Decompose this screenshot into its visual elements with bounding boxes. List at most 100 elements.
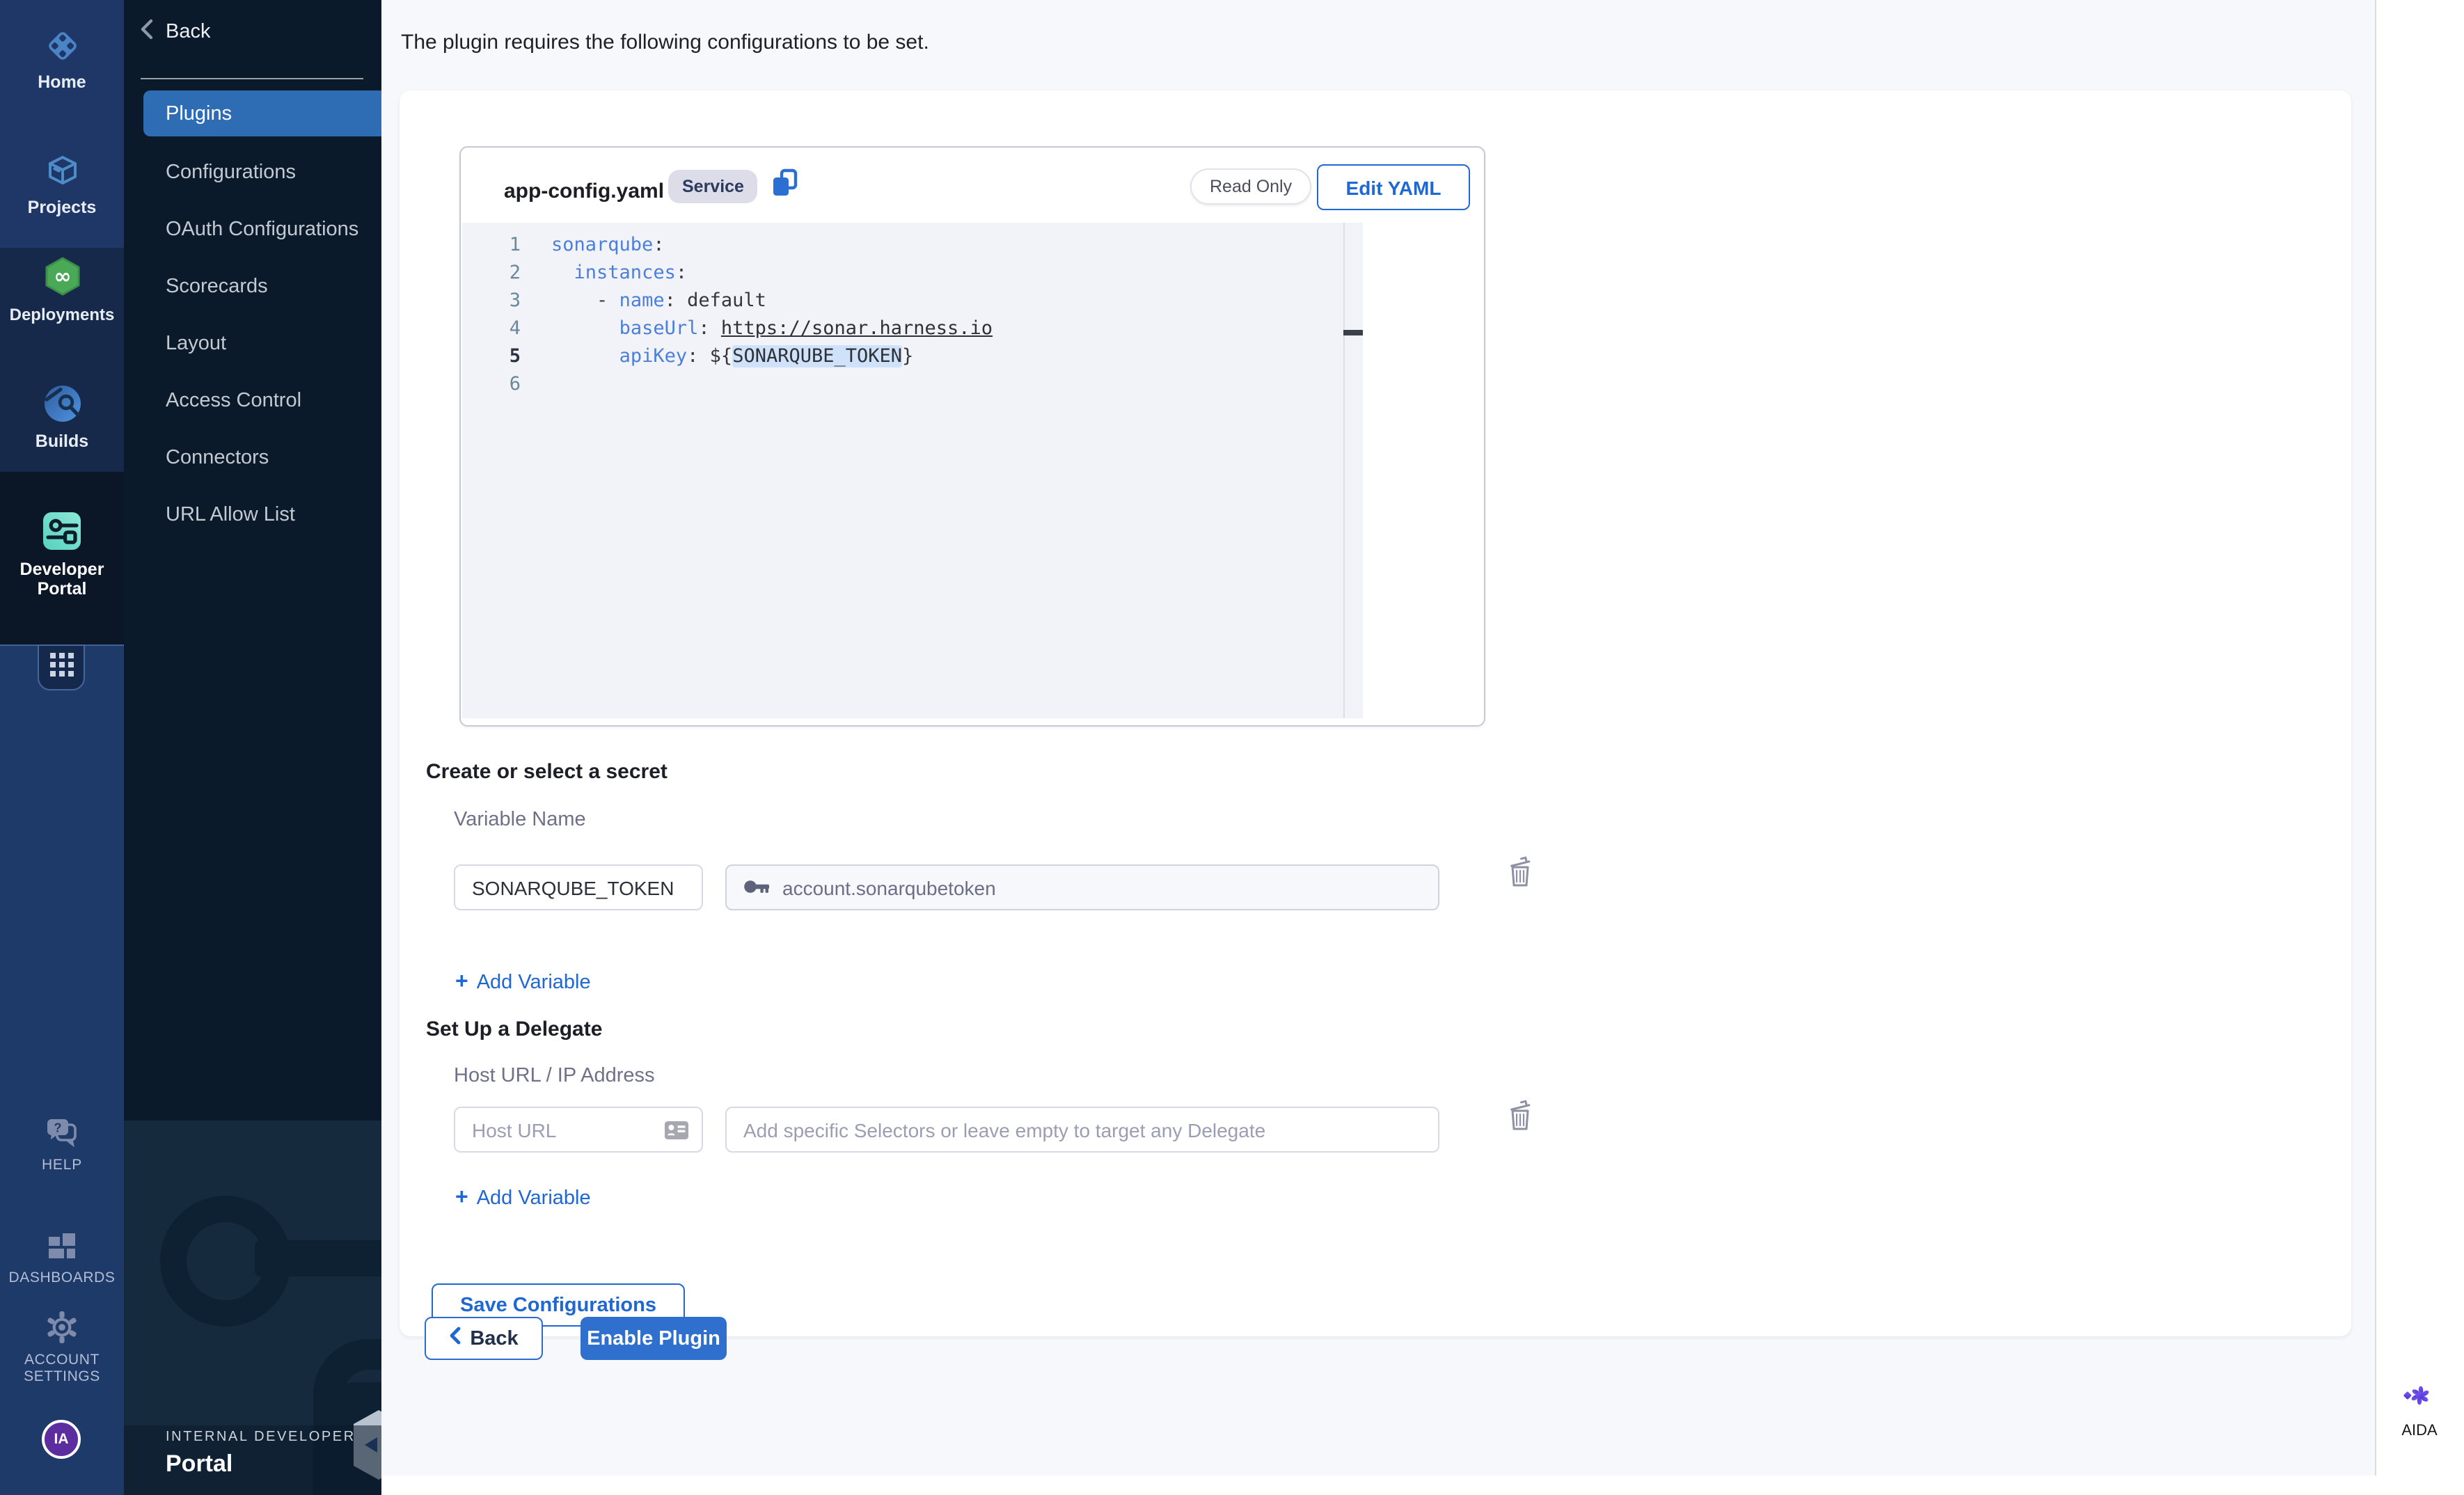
sidebar-item-plugins[interactable]: Plugins [143,90,381,136]
chevron-left-icon [449,1327,460,1350]
sidebar-footer-illustration: INTERNAL DEVELOPER Portal [124,1121,381,1495]
sidebar-item-label: URL Allow List [166,504,295,526]
rail-item-label: Portal [0,579,124,599]
back-nav-link[interactable]: Back [139,18,211,46]
add-variable-label: Add Variable [477,1187,591,1210]
sidebar-item-label: Plugins [166,102,232,125]
yaml-editor-card: app-config.yaml Service Read Only Edit Y… [459,146,1485,727]
delegate-section-heading: Set Up a Delegate [426,1018,602,1041]
rail-item-label: Home [0,72,124,92]
sidebar-item-label: Layout [166,333,226,355]
back-label: Back [166,21,211,43]
rail-item-projects[interactable]: Projects [0,153,124,217]
code-editor[interactable]: 1sonarqube:2 instances:3 - name: default… [462,223,1361,718]
back-button-label: Back [470,1327,518,1350]
grid-icon [49,652,73,683]
variable-name-label: Variable Name [454,809,586,831]
rail-item-label: Deployments [0,305,124,324]
trash-icon[interactable] [1508,1098,1533,1139]
app-window: Home Projects ∞ Deployments [0,0,2464,1495]
secret-reference-field[interactable]: account.sonarqubetoken [725,864,1439,910]
sidebar-item-layout[interactable]: Layout [166,333,226,355]
delegate-selectors-input[interactable] [725,1107,1439,1153]
read-only-pill: Read Only [1190,168,1311,205]
trash-icon[interactable] [1508,855,1533,895]
key-icon [743,876,770,899]
plus-icon: + [455,970,468,995]
back-button[interactable]: Back [425,1317,543,1360]
code-line: 6 [462,370,1361,398]
secret-section-heading: Create or select a secret [426,760,668,784]
sidebar-item-connectors[interactable]: Connectors [166,447,269,469]
sidebar-item-oauth-configurations[interactable]: OAuth Configurations [166,219,358,241]
rail-item-label: Developer [0,560,124,579]
settings-sidebar: Back Plugins Configurations OAuth Config… [124,0,381,1495]
rail-item-label: Builds [0,432,124,451]
add-variable-label: Add Variable [477,972,591,994]
rail-item-dashboards[interactable]: DASHBOARDS [0,1231,124,1286]
rail-item-label: SETTINGS [0,1368,124,1385]
code-lines: 1sonarqube:2 instances:3 - name: default… [462,231,1361,398]
add-variable-link[interactable]: + Add Variable [455,970,591,995]
file-name: app-config.yaml [504,180,664,203]
chevron-left-icon [139,18,155,46]
rail-item-label: Projects [0,198,124,217]
module-picker-button[interactable] [38,644,85,690]
add-variable-link[interactable]: + Add Variable [455,1186,591,1211]
rail-item-label: DASHBOARDS [0,1269,124,1286]
sidebar-item-label: Access Control [166,390,301,412]
rail-item-account-settings[interactable]: ACCOUNT SETTINGS [0,1310,124,1385]
sidebar-item-label: OAuth Configurations [166,219,358,241]
module-rail: Home Projects ∞ Deployments [0,0,124,1495]
code-line: 4 baseUrl: https://sonar.harness.io [462,315,1361,342]
code-line: 3 - name: default [462,287,1361,315]
right-rail [2375,0,2464,1495]
deployments-icon: ∞ [41,281,83,301]
sidebar-item-access-control[interactable]: Access Control [166,390,301,412]
circuit-bar-shape [255,1240,381,1276]
builds-icon [42,408,81,427]
rail-item-developer-portal[interactable]: Developer Portal [0,509,124,599]
plugin-config-card: app-config.yaml Service Read Only Edit Y… [400,90,2351,1336]
copy-icon[interactable] [771,168,799,205]
rail-item-home[interactable]: Home [0,28,124,92]
rail-item-label: HELP [0,1157,124,1173]
user-avatar[interactable]: IA [42,1420,81,1459]
rail-item-builds[interactable]: Builds [0,384,124,451]
sidebar-item-configurations[interactable]: Configurations [166,161,296,184]
intro-text: The plugin requires the following config… [401,31,929,54]
sidebar-item-scorecards[interactable]: Scorecards [166,276,268,298]
developer-portal-icon [40,537,84,557]
variable-name-input[interactable] [454,864,703,910]
svg-text:∞: ∞ [54,264,71,289]
rail-item-deployments[interactable]: ∞ Deployments [0,256,124,324]
home-icon [44,49,80,68]
code-line: 2 instances: [462,259,1361,287]
contact-card-icon [664,1121,689,1147]
projects-icon [44,174,80,193]
help-icon: ? [45,1133,79,1153]
bottom-strip [381,1476,2464,1495]
sidebar-item-label: Connectors [166,447,269,469]
dashboards-icon [45,1246,79,1265]
aida-label: AIDA [2375,1423,2464,1439]
avatar-initials: IA [54,1431,69,1448]
rail-item-label: ACCOUNT [0,1352,124,1368]
sidebar-item-url-allow-list[interactable]: URL Allow List [166,504,295,526]
svg-text:?: ? [54,1121,62,1134]
portal-kicker: INTERNAL DEVELOPER [166,1430,356,1445]
overview-marker [1343,330,1363,335]
editor-overview-ruler[interactable] [1345,223,1363,718]
service-badge: Service [668,170,758,203]
edit-yaml-button[interactable]: Edit YAML [1317,164,1470,210]
host-url-label: Host URL / IP Address [454,1065,655,1087]
portal-title: Portal [166,1450,232,1478]
secret-reference-value: account.sonarqubetoken [782,876,996,899]
code-line: 5 apiKey: ${SONARQUBE_TOKEN} [462,342,1361,370]
code-line: 1sonarqube: [462,231,1361,259]
aida-icon [2402,1395,2437,1418]
rail-item-help[interactable]: ? HELP [0,1116,124,1173]
aida-widget[interactable]: AIDA [2375,1378,2464,1439]
sidebar-divider [141,78,363,79]
enable-plugin-button[interactable]: Enable Plugin [581,1317,727,1360]
